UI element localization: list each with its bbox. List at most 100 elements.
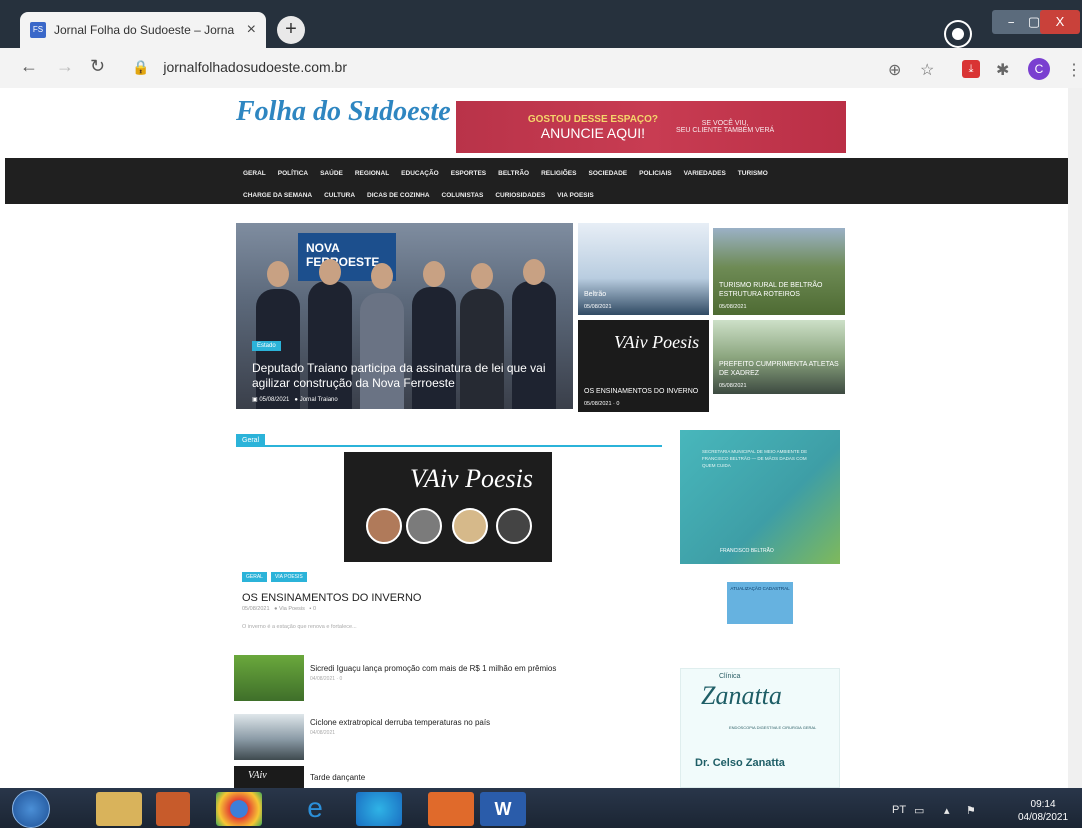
hero-article[interactable]: NOVA FERROESTE Estado Deputado Traiano p…	[236, 223, 573, 409]
nav-item-4[interactable]: EDUCAÇÃO	[401, 170, 439, 177]
tile-beltrao[interactable]: Beltrão 05/08/2021	[578, 223, 709, 315]
media-player-icon[interactable]	[156, 792, 190, 826]
ad-doctor: Dr. Celso Zanatta	[695, 757, 785, 769]
user-icon: ●	[294, 397, 299, 403]
system-clock[interactable]: 09:14 04/08/2021	[1018, 798, 1068, 824]
profile-indicator-icon[interactable]	[946, 22, 970, 46]
back-icon[interactable]: ←	[20, 56, 38, 77]
hero-date: 05/08/2021	[259, 397, 290, 403]
close-window-button[interactable]: X	[1040, 10, 1080, 34]
lock-icon: 🔒	[132, 59, 150, 75]
start-button[interactable]	[12, 790, 50, 828]
category-tag[interactable]: GERAL	[242, 572, 267, 582]
hero-author: Jornal Traiano	[299, 397, 338, 403]
feature-categories: GERAL VIA POESIS	[242, 572, 307, 582]
site-logo[interactable]: Folha do Sudoeste	[236, 96, 451, 128]
tile-inverno[interactable]: VAiv Poesis OS ENSINAMENTOS DO INVERNO 0…	[578, 320, 709, 412]
tray-expand-icon[interactable]: ▴	[944, 804, 950, 817]
nav-item-0[interactable]: GERAL	[243, 170, 266, 177]
pdf-extension-icon[interactable]: ⤓	[962, 60, 980, 78]
tile-meta: 05/08/2021 · 0	[584, 401, 620, 407]
tile-caption: PREFEITO CUMPRIMENTA ATLETAS DE XADREZ	[719, 361, 839, 377]
ad-text: SECRETARIA MUNICIPAL DE MEIO AMBIENTE DE…	[702, 449, 808, 468]
tile-date: 05/08/2021	[719, 383, 747, 389]
new-tab-button[interactable]: +	[277, 16, 305, 44]
nav-item-secondary-2[interactable]: DICAS DE COZINHA	[367, 192, 429, 199]
nav-item-8[interactable]: SOCIEDADE	[588, 170, 627, 177]
list-thumb-logo: VAiv	[248, 770, 267, 781]
list-item-title[interactable]: Tarde dançante	[310, 773, 365, 782]
keyboard-icon[interactable]: ▭	[914, 804, 924, 817]
outlook-icon[interactable]	[428, 792, 474, 826]
nav-item-secondary-5[interactable]: VIA POESIS	[557, 192, 594, 199]
nav-row-primary: GERAL POLÍTICA SAÚDE REGIONAL EDUCAÇÃO ESPORT…	[243, 170, 768, 177]
nav-item-9[interactable]: POLICIAIS	[639, 170, 672, 177]
nav-item-7[interactable]: RELIGIÕES	[541, 170, 576, 177]
tile-caption: TURISMO RURAL DE BELTRÃO ESTRUTURA ROTEI…	[719, 282, 823, 298]
list-thumb[interactable]: VAiv	[234, 766, 304, 788]
close-tab-icon[interactable]: ×	[247, 21, 256, 39]
nav-item-10[interactable]: VARIEDADES	[684, 170, 726, 177]
list-item-meta: 04/08/2021	[310, 730, 336, 736]
nav-item-6[interactable]: BELTRÃO	[498, 170, 529, 177]
list-thumb[interactable]	[234, 655, 304, 701]
tile-xadrez[interactable]: PREFEITO CUMPRIMENTA ATLETAS DE XADREZ 0…	[713, 320, 845, 394]
page-scrollbar[interactable]	[1068, 88, 1082, 788]
clock-date: 04/08/2021	[1018, 812, 1069, 823]
sidebar-ad-cadastro[interactable]: ATUALIZAÇÃO CADASTRAL	[727, 582, 793, 624]
address-input[interactable]: 🔒 jornalfolhadosudoeste.com.br	[132, 59, 347, 76]
word-icon[interactable]: W	[480, 792, 526, 826]
nav-item-3[interactable]: REGIONAL	[355, 170, 389, 177]
hero-category-tag[interactable]: Estado	[252, 341, 281, 351]
list-item-title[interactable]: Sicredi Iguaçu lança promoção com mais d…	[310, 664, 556, 673]
network-flag-icon[interactable]: ⚑	[966, 804, 976, 817]
category-tag[interactable]: VIA POESIS	[270, 572, 307, 582]
menu-kebab-icon[interactable]: ⋮	[1066, 60, 1082, 80]
browser-titlebar: FS Jornal Folha do Sudoeste – Jorna × + …	[0, 0, 1082, 48]
nav-item-5[interactable]: ESPORTES	[451, 170, 486, 177]
user-icon: ●	[274, 606, 278, 612]
nav-item-2[interactable]: SAÚDE	[320, 170, 343, 177]
header-banner-ad[interactable]: GOSTOU DESSE ESPAÇO? ANUNCIE AQUI! SE VO…	[456, 101, 846, 153]
list-item-title[interactable]: Ciclone extratropical derruba temperatur…	[310, 718, 490, 727]
banner-line1: GOSTOU DESSE ESPAÇO?	[527, 113, 659, 125]
calendar-icon: ▣	[252, 397, 258, 403]
tile-date: 05/08/2021	[584, 304, 612, 310]
tab-title: Jornal Folha do Sudoeste – Jorna	[54, 23, 235, 37]
bookmark-star-icon[interactable]: ☆	[920, 60, 934, 80]
section-header-geral: Geral	[236, 425, 662, 447]
nav-item-secondary-1[interactable]: CULTURA	[324, 192, 355, 199]
reload-icon[interactable]: ↻	[90, 56, 105, 77]
nav-item-1[interactable]: POLÍTICA	[278, 170, 308, 177]
nav-item-11[interactable]: TURISMO	[738, 170, 768, 177]
sidebar-ad-meio-ambiente[interactable]: SECRETARIA MUNICIPAL DE MEIO AMBIENTE DE…	[680, 430, 840, 564]
main-navigation: GERAL POLÍTICA SAÚDE REGIONAL EDUCAÇÃO ESPORT…	[5, 158, 1077, 204]
web-page: Folha do Sudoeste GOSTOU DESSE ESPAÇO? A…	[0, 88, 1082, 788]
nav-item-secondary-3[interactable]: COLUNISTAS	[442, 192, 484, 199]
profile-avatar[interactable]: C	[1028, 58, 1050, 80]
tile-turismo[interactable]: TURISMO RURAL DE BELTRÃO ESTRUTURA ROTEI…	[713, 228, 845, 315]
sidebar-ad-zanatta[interactable]: Clínica Zanatta ENDOSCOPIA DIGESTIVA E C…	[680, 668, 840, 788]
internet-explorer-icon[interactable]: e	[292, 792, 338, 826]
list-thumb[interactable]	[234, 714, 304, 760]
zoom-icon[interactable]: ⊕	[888, 60, 901, 80]
edge-icon[interactable]	[356, 792, 402, 826]
tile-date: 05/08/2021	[719, 304, 747, 310]
hero-title[interactable]: Deputado Traiano participa da assinatura…	[252, 361, 565, 391]
language-indicator[interactable]: PT	[892, 804, 906, 816]
feature-title[interactable]: OS ENSINAMENTOS DO INVERNO	[242, 592, 422, 604]
section-label[interactable]: Geral	[236, 434, 266, 447]
comment-icon: ▪	[309, 606, 312, 612]
nav-item-secondary-4[interactable]: CURIOSIDADES	[495, 192, 545, 199]
nav-item-secondary-0[interactable]: CHARGE DA SEMANA	[243, 192, 312, 199]
feature-image[interactable]: VAiv Poesis	[344, 452, 552, 562]
extensions-puzzle-icon[interactable]: ✱	[996, 60, 1009, 80]
hero-meta: ▣ 05/08/2021 ● Jornal Traiano	[252, 396, 338, 403]
browser-tab[interactable]: FS Jornal Folha do Sudoeste – Jorna ×	[20, 12, 266, 48]
banner-side1: SE VOCÊ VIU,	[701, 120, 749, 127]
chrome-icon[interactable]	[216, 792, 262, 826]
banner-line2: ANUNCIE AQUI!	[540, 124, 646, 141]
forward-icon[interactable]: →	[56, 56, 74, 77]
banner-side2: SEU CLIENTE TAMBÉM VERÁ	[676, 127, 775, 134]
file-explorer-icon[interactable]	[96, 792, 142, 826]
